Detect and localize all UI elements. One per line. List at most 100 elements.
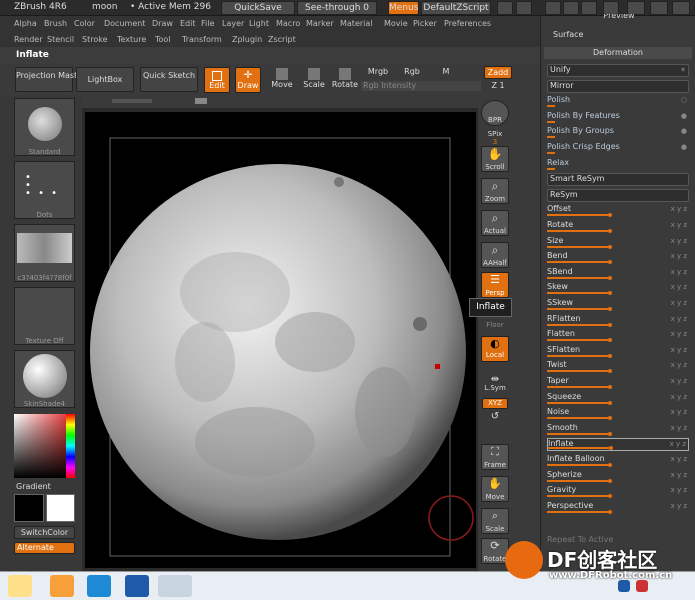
- rotate-button[interactable]: Rotate: [331, 67, 359, 93]
- deformation-sbend[interactable]: SBend x y z: [547, 267, 689, 280]
- menu-movie[interactable]: Movie: [384, 19, 408, 28]
- stroke-thumbnail[interactable]: • • • • • Dots: [14, 161, 75, 219]
- menu-texture[interactable]: Texture: [117, 35, 146, 44]
- menu-document[interactable]: Document: [104, 19, 145, 28]
- slider-knob[interactable]: [608, 291, 612, 296]
- deformation-inflate[interactable]: Inflate x y z: [547, 438, 689, 452]
- menu-edit[interactable]: Edit: [180, 19, 196, 28]
- close-icon[interactable]: [672, 1, 690, 15]
- axis-toggle[interactable]: x y z: [671, 346, 687, 354]
- canvas-top-scroll[interactable]: [82, 96, 480, 108]
- xyz-button[interactable]: XYZ: [482, 398, 508, 409]
- deformation-twist[interactable]: Twist x y z: [547, 360, 689, 374]
- axis-toggle[interactable]: ●: [681, 112, 687, 120]
- axis-toggle[interactable]: x y z: [671, 471, 687, 479]
- slider-bar[interactable]: [547, 370, 611, 373]
- deformation-skew[interactable]: Skew x y z: [547, 282, 689, 296]
- menu-layer[interactable]: Layer: [222, 19, 244, 28]
- edit-button[interactable]: Edit: [204, 67, 230, 93]
- mrgb-button[interactable]: Mrgb: [361, 66, 395, 79]
- deformation-bend[interactable]: Bend x y z: [547, 251, 689, 265]
- menu-color[interactable]: Color: [74, 19, 95, 28]
- app-icon[interactable]: [50, 575, 74, 597]
- zadd-button[interactable]: Zadd: [484, 66, 512, 79]
- deformation-section[interactable]: Deformation: [544, 47, 692, 59]
- deformation-sflatten[interactable]: SFlatten x y z: [547, 345, 689, 358]
- maximize-icon[interactable]: [650, 1, 668, 15]
- axis-toggle[interactable]: x y z: [671, 205, 687, 213]
- slider-bar[interactable]: [547, 432, 611, 435]
- deformation-smooth[interactable]: Smooth x y z: [547, 423, 689, 436]
- slider-bar[interactable]: [547, 417, 611, 420]
- hue-slider[interactable]: [66, 414, 75, 478]
- slider-bar[interactable]: [547, 495, 611, 498]
- deformation-size[interactable]: Size x y z: [547, 236, 689, 249]
- menu-zscript[interactable]: Zscript: [268, 35, 296, 44]
- slider-bar[interactable]: [547, 245, 611, 248]
- slider-knob[interactable]: [608, 385, 612, 389]
- menu-render[interactable]: Render: [14, 35, 42, 44]
- axis-toggle[interactable]: x y z: [671, 268, 687, 276]
- rgb-intensity-slider[interactable]: Rgb Intensity: [361, 81, 481, 91]
- scale-button[interactable]: Scale: [300, 67, 328, 93]
- slider-knob[interactable]: [608, 416, 612, 421]
- menu-zplugin[interactable]: Zplugin: [232, 35, 262, 44]
- texture-thumbnail[interactable]: Texture Off: [14, 287, 75, 345]
- lsym-label[interactable]: L.Sym: [478, 384, 512, 392]
- slider-bar[interactable]: [547, 339, 611, 342]
- deformation-rotate[interactable]: Rotate x y z: [547, 220, 689, 233]
- axis-toggle[interactable]: x y z: [671, 221, 687, 229]
- material-thumbnail[interactable]: SkinShade4: [14, 350, 75, 408]
- z-intensity-value[interactable]: Z 1: [484, 81, 512, 91]
- axis-toggle[interactable]: ●: [681, 143, 687, 151]
- rotation-axis-icon[interactable]: ↺: [478, 411, 512, 422]
- menu-material[interactable]: Material: [340, 19, 373, 28]
- slider-bar[interactable]: [547, 167, 555, 170]
- slider-knob[interactable]: [608, 494, 612, 499]
- slider-bar[interactable]: [547, 105, 555, 108]
- deformation-perspective[interactable]: Perspective x y z: [547, 501, 689, 514]
- axis-toggle[interactable]: ●: [681, 127, 687, 135]
- floor-label[interactable]: Floor: [478, 321, 512, 329]
- qq-icon[interactable]: [8, 575, 32, 597]
- slider-knob[interactable]: [609, 446, 613, 451]
- quicksave-button[interactable]: QuickSave: [221, 1, 295, 15]
- slider-knob[interactable]: [608, 400, 612, 405]
- move-button[interactable]: Move: [268, 67, 296, 93]
- slider-knob[interactable]: [608, 244, 612, 249]
- deformation-polish-by-features[interactable]: Polish By Features ●: [547, 111, 689, 124]
- zbrush-taskbar-icon[interactable]: [158, 575, 192, 597]
- axis-toggle[interactable]: x y z: [671, 377, 687, 385]
- gradient-label[interactable]: Gradient: [16, 482, 51, 491]
- slider-bar[interactable]: [547, 230, 611, 232]
- brush-thumbnail[interactable]: Standard: [14, 98, 75, 156]
- axis-toggle[interactable]: x y z: [671, 237, 687, 245]
- slider-bar[interactable]: [547, 136, 555, 139]
- spix-label[interactable]: SPix: [478, 130, 512, 138]
- preview-section[interactable]: Preview: [549, 14, 689, 21]
- secondary-color-swatch[interactable]: [46, 494, 75, 522]
- alternate-button[interactable]: Alternate: [14, 542, 75, 554]
- slider-bar[interactable]: [547, 152, 555, 154]
- axis-toggle[interactable]: x y z: [671, 315, 687, 323]
- slider-knob[interactable]: [608, 275, 612, 280]
- axis-toggle[interactable]: x y z: [671, 393, 687, 401]
- word-icon[interactable]: [125, 575, 149, 597]
- slider-bar[interactable]: [547, 464, 611, 466]
- menu-light[interactable]: Light: [249, 19, 269, 28]
- minimize-icon[interactable]: [627, 1, 645, 15]
- deformation-gravity[interactable]: Gravity x y z: [547, 485, 689, 499]
- nav-arrows-icon[interactable]: [516, 1, 532, 15]
- menu-stencil[interactable]: Stencil: [47, 35, 74, 44]
- axis-toggle[interactable]: x y z: [671, 408, 687, 416]
- slider-knob[interactable]: [608, 509, 612, 514]
- slider-knob[interactable]: [608, 260, 612, 265]
- menu-transform[interactable]: Transform: [182, 35, 222, 44]
- axis-toggle[interactable]: x y z: [671, 424, 687, 432]
- deformation-polish-by-groups[interactable]: Polish By Groups ●: [547, 126, 689, 139]
- deformation-noise[interactable]: Noise x y z: [547, 407, 689, 421]
- axis-toggle[interactable]: x y z: [670, 440, 686, 448]
- slider-bar[interactable]: [547, 120, 555, 123]
- slider-bar[interactable]: [547, 292, 611, 295]
- axis-toggle[interactable]: ○: [681, 96, 687, 104]
